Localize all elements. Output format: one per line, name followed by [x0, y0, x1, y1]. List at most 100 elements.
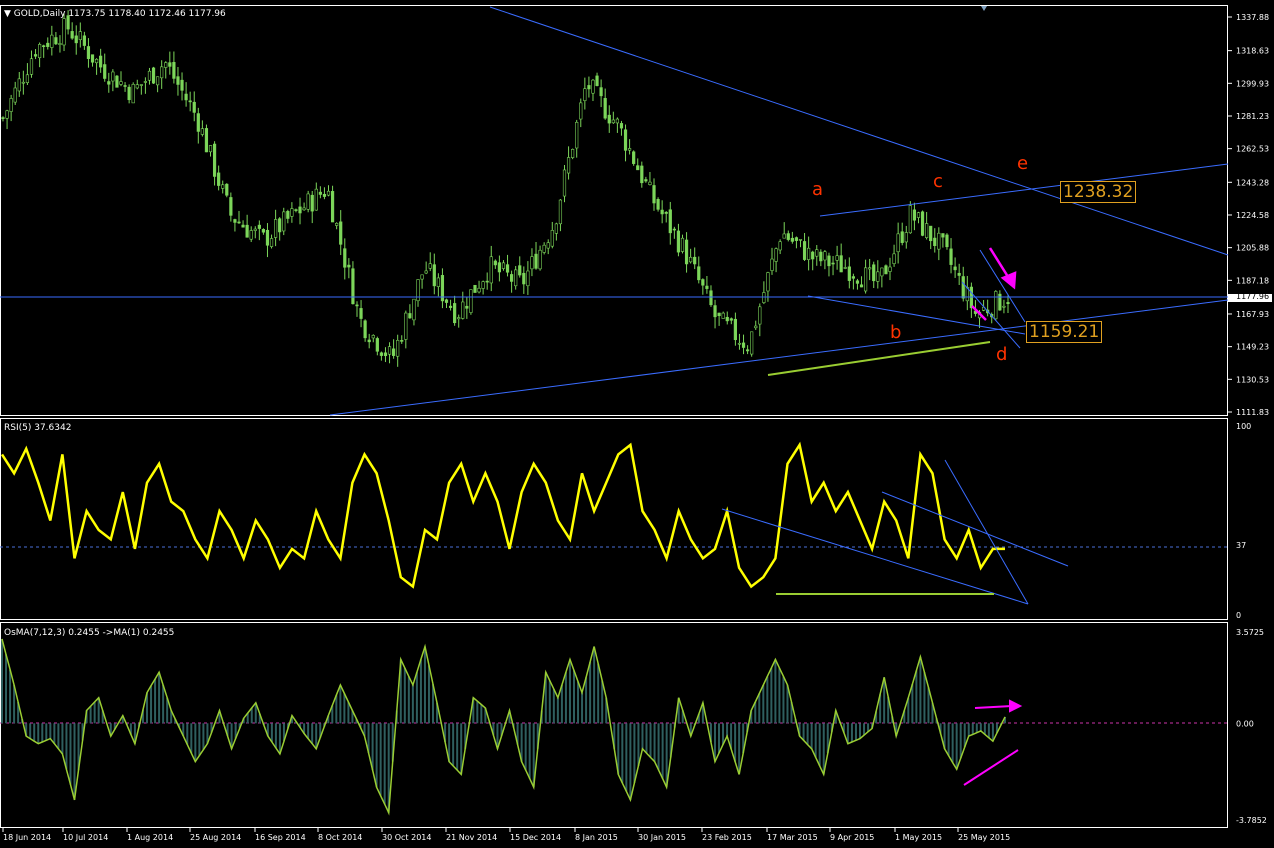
candle-body — [851, 276, 855, 279]
candle-body — [815, 249, 819, 257]
candle-body — [196, 113, 200, 132]
rsi-trendline-lower — [721, 508, 1029, 605]
candle-body — [640, 165, 644, 184]
candle-body — [827, 255, 831, 267]
candle-body — [46, 42, 50, 47]
candle-body — [668, 209, 672, 234]
osma-tick-label: 0.00 — [1236, 719, 1254, 728]
candle-body — [607, 114, 611, 124]
candle-body — [408, 313, 412, 319]
candle-body — [709, 290, 713, 306]
candle-body — [636, 165, 640, 171]
candle-body — [501, 262, 506, 269]
candle-body — [392, 348, 396, 356]
candle-body — [933, 237, 937, 246]
candle-body — [208, 145, 213, 153]
candle-body — [843, 267, 847, 269]
candle-body — [868, 267, 872, 270]
osma-histogram — [1, 638, 1006, 813]
candle-body — [469, 289, 473, 313]
candle-body — [766, 272, 770, 292]
candle-body — [172, 62, 176, 79]
candle-body — [90, 54, 95, 63]
candle-body — [420, 274, 424, 280]
candle-body — [648, 181, 652, 185]
candle-body — [632, 151, 636, 164]
candle-body — [587, 85, 591, 90]
arrow-right-icon — [974, 705, 1013, 709]
rsi-line — [0, 441, 1005, 589]
price-tick-label: 1149.23 — [1236, 343, 1269, 352]
candle-body — [322, 193, 327, 197]
candle-body — [750, 331, 754, 355]
candle-body — [326, 190, 331, 196]
candle-body — [298, 206, 302, 214]
candle-body — [725, 316, 729, 322]
price-tick-label: 1281.23 — [1236, 112, 1269, 121]
candle-body — [168, 62, 172, 67]
candle-body — [306, 193, 310, 210]
candle-body — [473, 284, 477, 293]
candle-body — [412, 298, 416, 321]
candle-body — [42, 45, 46, 47]
candle-body — [318, 191, 322, 195]
time-tick-label: 21 Nov 2014 — [446, 833, 497, 842]
candle-body — [257, 224, 261, 229]
candle-body — [164, 62, 168, 68]
candle-body — [400, 340, 404, 342]
candle-body — [571, 149, 575, 158]
candle-body — [184, 93, 188, 101]
price-tick-label: 1224.58 — [1236, 211, 1269, 220]
candle-body — [530, 256, 534, 270]
candle-body — [343, 248, 347, 268]
candle-body — [314, 188, 318, 211]
candle-body — [151, 67, 156, 84]
arrow-down-head-icon — [1000, 271, 1017, 290]
candle-body — [335, 223, 339, 226]
candle-body — [994, 291, 998, 320]
candle-body — [465, 305, 469, 309]
candle-body — [383, 352, 388, 357]
candle-body — [269, 238, 274, 247]
candle-body — [221, 184, 225, 189]
osma-tick-label: -3.7852 — [1236, 816, 1267, 825]
candle-body — [892, 253, 896, 264]
candle-body — [127, 86, 131, 101]
candle-body — [147, 70, 152, 81]
rsi-tick-label: 100 — [1236, 422, 1251, 431]
candle-body — [355, 304, 359, 307]
candle-body — [493, 260, 497, 266]
candle-body — [229, 197, 233, 216]
candle-body — [697, 266, 701, 281]
candle-body — [925, 223, 929, 238]
time-tick-label: 25 May 2015 — [958, 833, 1010, 842]
candle-body — [131, 84, 135, 104]
dropdown-triangle-icon[interactable]: ▼ — [4, 9, 11, 19]
candle-body — [786, 233, 790, 240]
candle-body — [912, 209, 917, 221]
time-axis: 18 Jun 2014 10 Jul 2014 1 Aug 2014 25 Aug 2… — [2, 828, 1010, 842]
candle-body — [595, 75, 599, 86]
candle-body — [583, 88, 587, 101]
current-price-label: 1177.96 — [1236, 292, 1270, 301]
candle-body — [188, 100, 192, 103]
candle-body — [794, 237, 799, 241]
candle-body — [758, 306, 762, 325]
candle-body — [99, 55, 103, 68]
time-tick-label: 23 Feb 2015 — [702, 833, 752, 842]
candle-body — [339, 221, 343, 245]
candle-body — [74, 35, 78, 44]
candle-body — [888, 266, 892, 272]
candle-body — [286, 210, 290, 219]
candle-body — [396, 340, 400, 357]
candle-body — [790, 237, 794, 242]
candle-body — [534, 253, 538, 269]
osma-tick-label: 3.5725 — [1236, 628, 1264, 637]
candle-series — [1, 10, 1010, 367]
candle-body — [444, 299, 449, 303]
candle-body — [200, 128, 204, 135]
candle-body — [754, 325, 758, 329]
candle-body — [896, 233, 900, 253]
symbol-label: GOLD,Daily — [13, 9, 66, 19]
wave-label-c: c — [933, 171, 943, 192]
